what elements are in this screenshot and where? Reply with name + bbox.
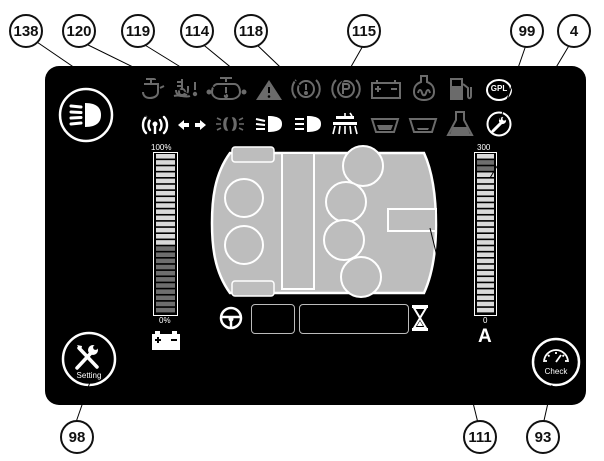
callout-120: 120 bbox=[62, 14, 96, 48]
callout-119: 119 bbox=[121, 14, 155, 48]
callout-115: 115 bbox=[347, 14, 381, 48]
callout-leader-lines bbox=[33, 39, 571, 426]
callout-138: 138 bbox=[9, 14, 43, 48]
callout-93: 93 bbox=[526, 420, 560, 454]
callout-118: 118 bbox=[234, 14, 268, 48]
callout-99: 99 bbox=[510, 14, 544, 48]
callout-111: 111 bbox=[463, 420, 497, 454]
callout-98: 98 bbox=[60, 420, 94, 454]
callout-114: 114 bbox=[180, 14, 214, 48]
callout-4: 4 bbox=[557, 14, 591, 48]
